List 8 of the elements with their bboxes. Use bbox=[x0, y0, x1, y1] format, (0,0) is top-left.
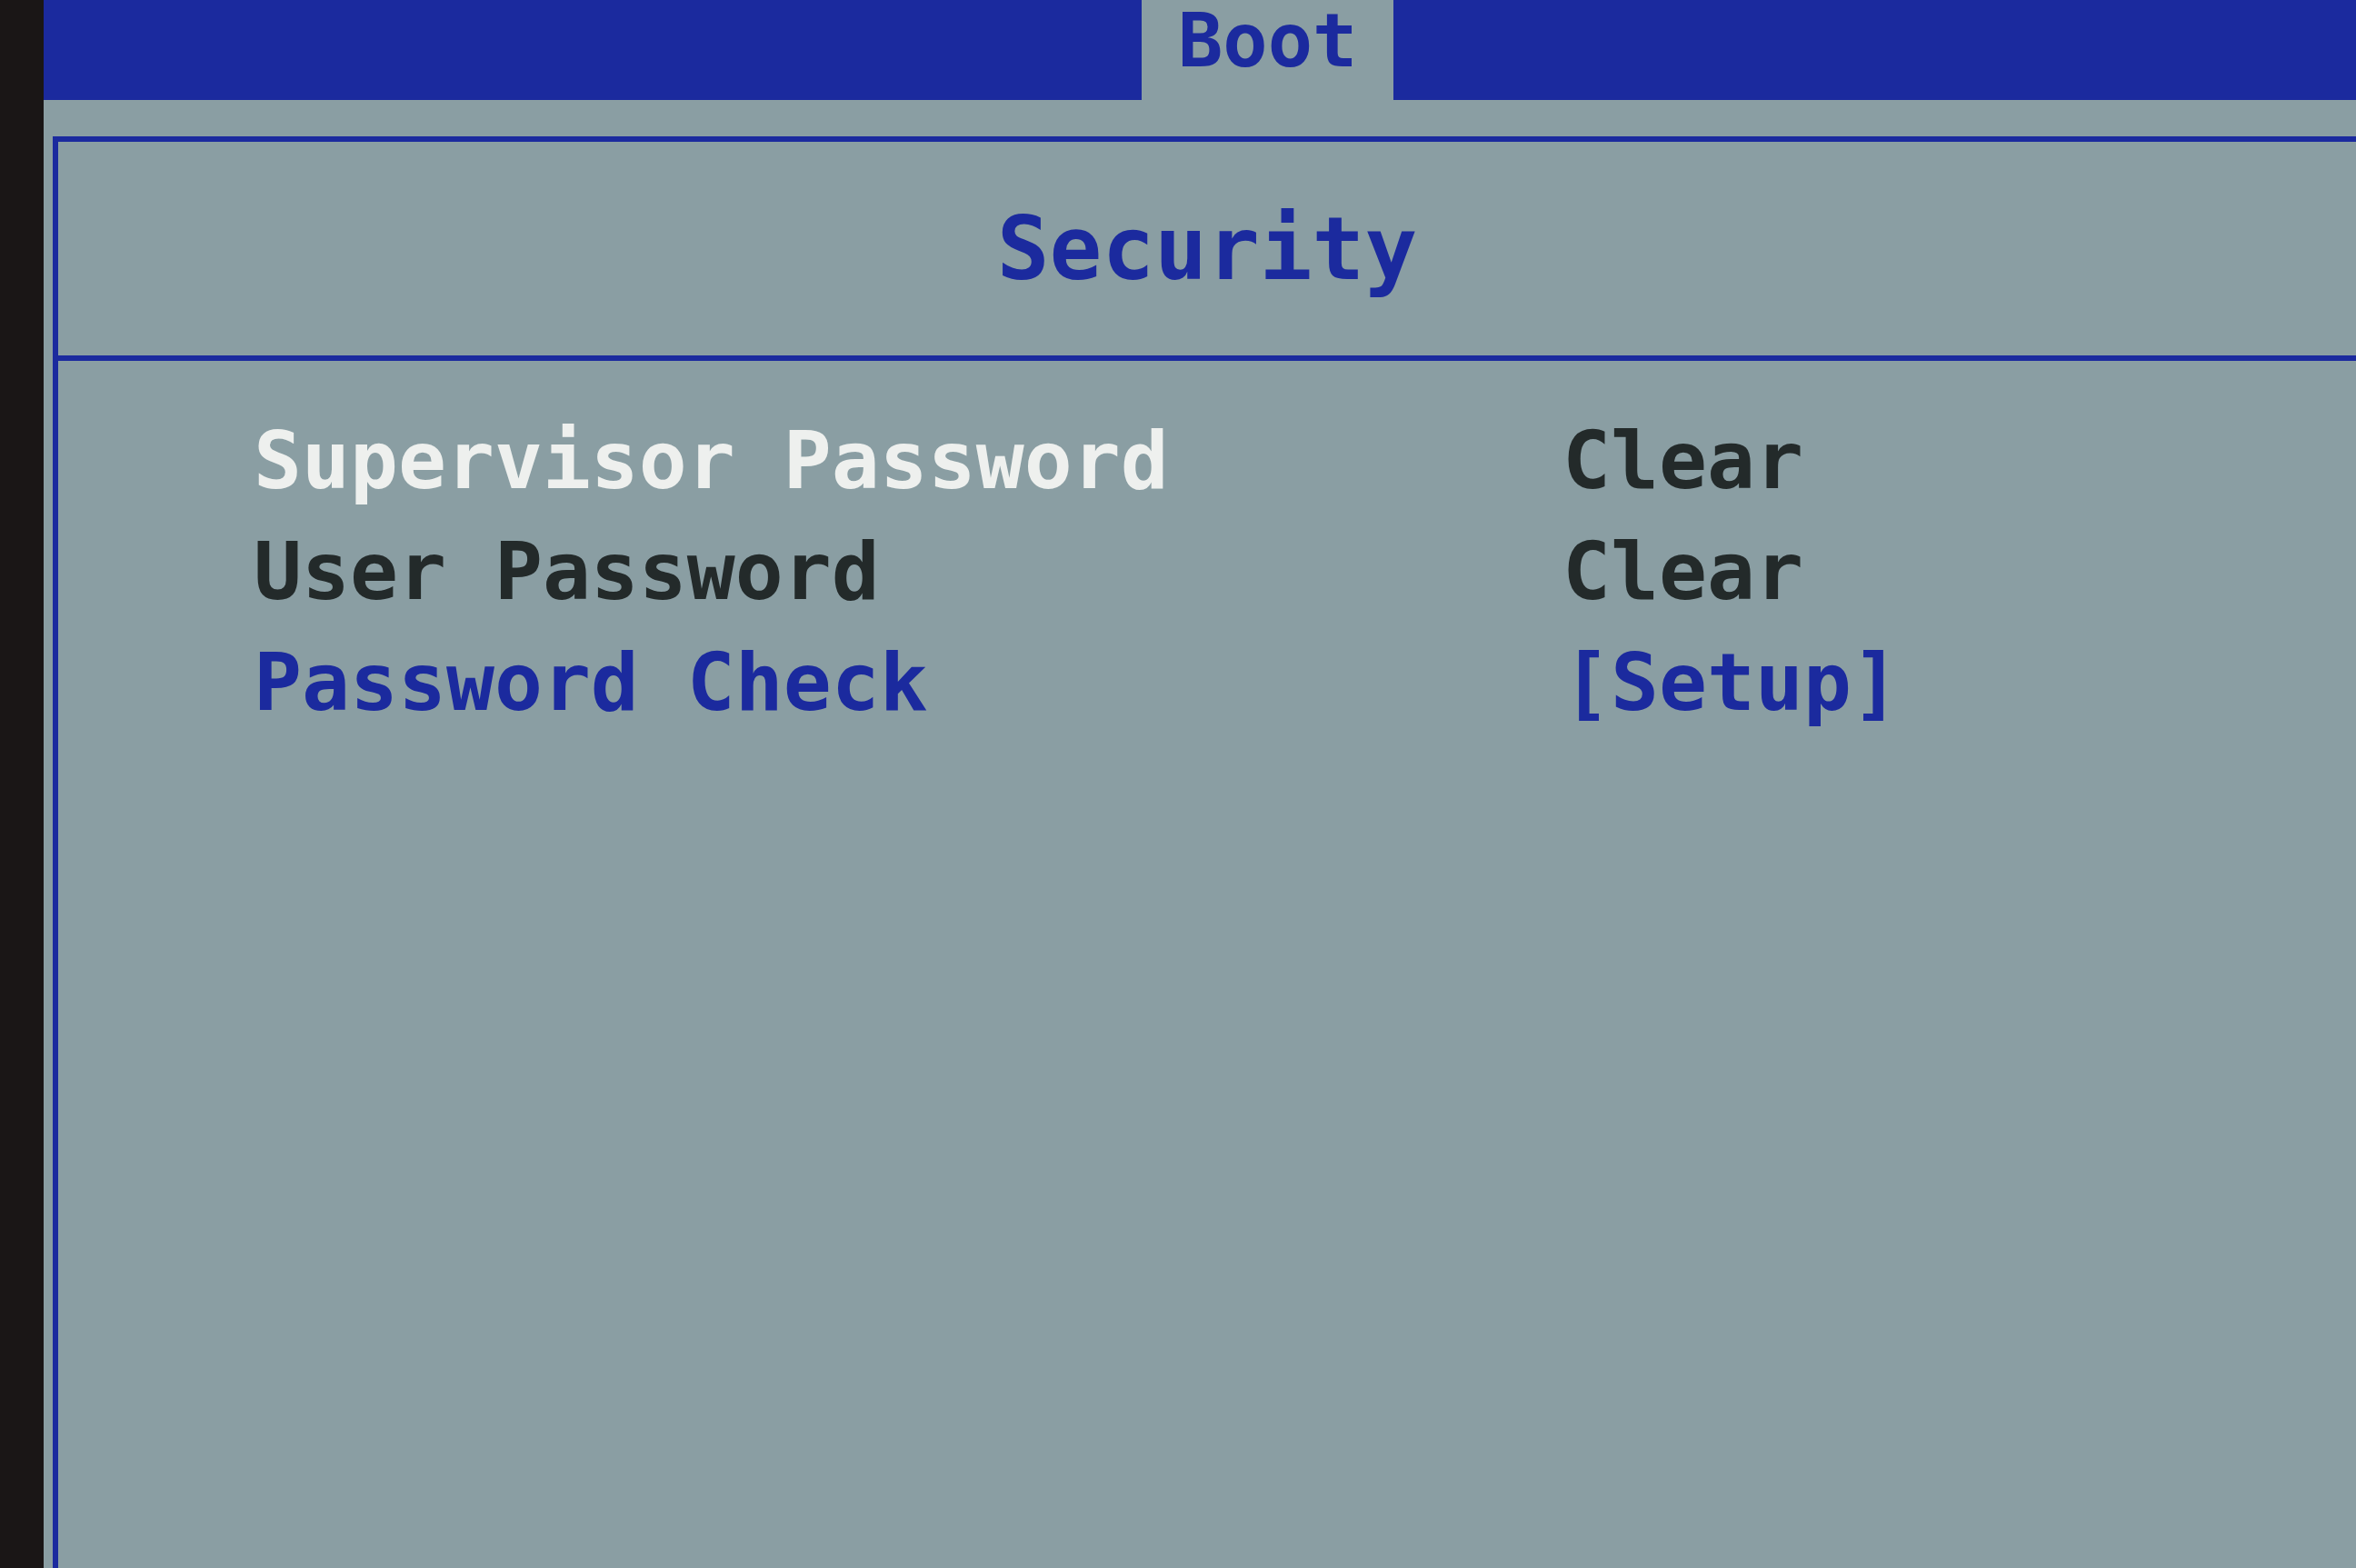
setting-value[interactable]: [Setup] bbox=[1562, 637, 2356, 728]
panel-title: Security bbox=[996, 197, 1418, 300]
setting-label[interactable]: Password Check bbox=[254, 637, 1562, 728]
setting-value: Clear bbox=[1562, 526, 1804, 617]
setting-label[interactable]: User Password bbox=[254, 526, 1562, 617]
menu-tab[interactable]: Boot bbox=[1142, 0, 1394, 100]
setting-value: Clear bbox=[1562, 415, 1804, 506]
setting-label[interactable]: Supervisor Password bbox=[254, 415, 1562, 506]
